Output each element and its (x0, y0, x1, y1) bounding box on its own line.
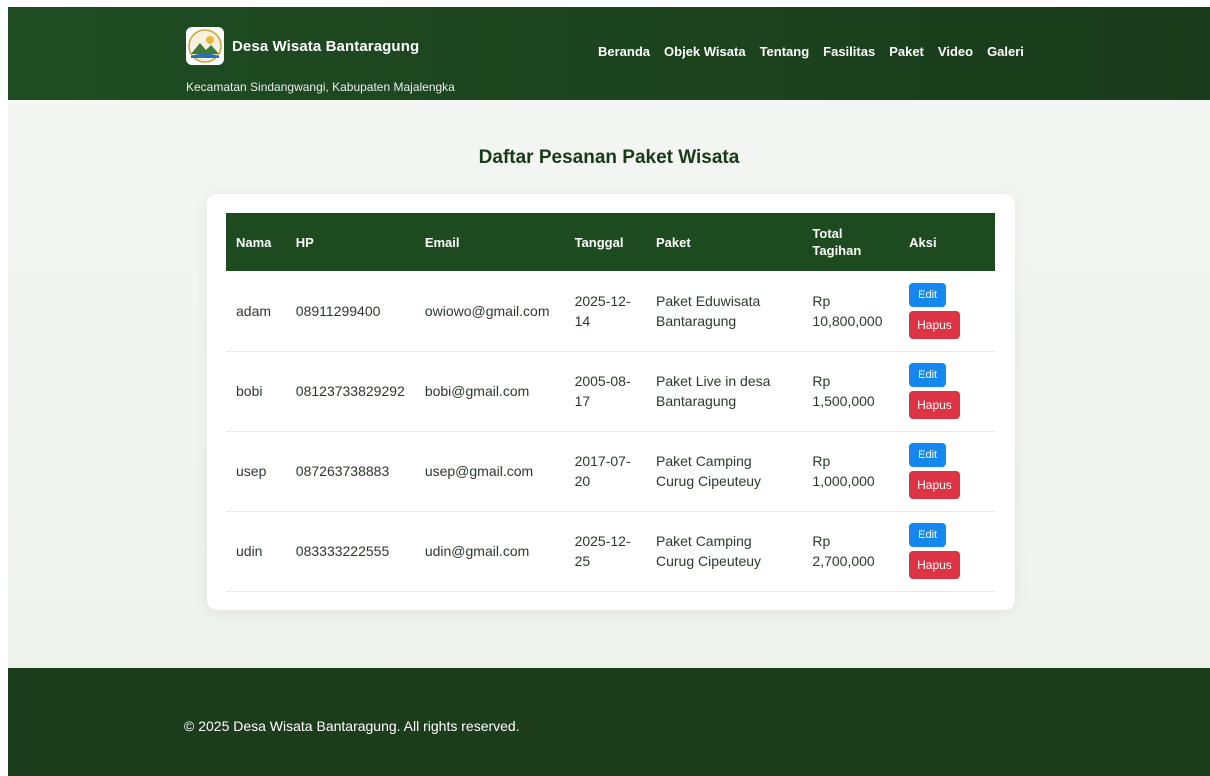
cell-aksi: Edit Hapus (899, 351, 995, 432)
edit-button[interactable]: Edit (909, 443, 947, 467)
edit-button[interactable]: Edit (909, 523, 947, 547)
column-header-tanggal: Tanggal (564, 213, 646, 271)
nav-galeri[interactable]: Galeri (987, 44, 1024, 59)
cell-paket: Paket Camping Curug Cipeuteuy (646, 511, 803, 592)
cell-tanggal: 2025-12-14 (564, 271, 646, 352)
cell-aksi: Edit Hapus (899, 431, 995, 512)
cell-hp: 083333222555 (285, 511, 415, 592)
table-row: usep 087263738883 usep@gmail.com 2017-07… (226, 431, 995, 512)
cell-nama: usep (226, 431, 286, 512)
column-header-total-tagihan: Total Tagihan (802, 213, 900, 271)
nav-objek-wisata[interactable]: Objek Wisata (664, 44, 746, 59)
delete-button[interactable]: Hapus (909, 391, 960, 419)
nav-fasilitas[interactable]: Fasilitas (823, 44, 875, 59)
table-row: udin 083333222555 udin@gmail.com 2025-12… (226, 511, 995, 592)
cell-tanggal: 2005-08-17 (564, 351, 646, 432)
cell-total: Rp 1,000,000 (802, 431, 900, 512)
cell-nama: adam (226, 271, 286, 352)
copyright-text: © 2025 Desa Wisata Bantaragung. All righ… (184, 718, 520, 734)
table-header-row: Nama HP Email Tanggal Paket Total Tagiha… (226, 213, 995, 271)
column-header-aksi: Aksi (899, 213, 995, 271)
cell-nama: udin (226, 511, 286, 592)
page-frame: Desa Wisata Bantaragung Kecamatan Sindan… (8, 7, 1210, 776)
cell-email: usep@gmail.com (414, 431, 565, 512)
cell-nama: bobi (226, 351, 286, 432)
orders-table: Nama HP Email Tanggal Paket Total Tagiha… (226, 213, 995, 592)
table-row: bobi 08123733829292 bobi@gmail.com 2005-… (226, 351, 995, 432)
site-title: Desa Wisata Bantaragung (232, 37, 420, 55)
column-header-paket: Paket (646, 213, 803, 271)
nav-paket[interactable]: Paket (889, 44, 924, 59)
cell-aksi: Edit Hapus (899, 511, 995, 592)
site-footer: © 2025 Desa Wisata Bantaragung. All righ… (8, 668, 1210, 776)
nav-video[interactable]: Video (938, 44, 973, 59)
village-logo-icon (186, 27, 224, 65)
cell-paket: Paket Camping Curug Cipeuteuy (646, 431, 803, 512)
cell-email: owiowo@gmail.com (414, 271, 565, 352)
cell-email: udin@gmail.com (414, 511, 565, 592)
table-row: adam 08911299400 owiowo@gmail.com 2025-1… (226, 271, 995, 352)
edit-button[interactable]: Edit (909, 282, 947, 307)
column-header-email: Email (414, 213, 565, 271)
nav-tentang[interactable]: Tentang (760, 44, 810, 59)
cell-hp: 087263738883 (285, 431, 415, 512)
delete-button[interactable]: Hapus (909, 310, 960, 339)
main-nav: Beranda Objek Wisata Tentang Fasilitas P… (598, 44, 1024, 59)
column-header-hp: HP (285, 213, 415, 271)
cell-aksi: Edit Hapus (899, 271, 995, 352)
cell-paket: Paket Eduwisata Bantaragung (646, 271, 803, 352)
brand[interactable]: Desa Wisata Bantaragung Kecamatan Sindan… (186, 27, 455, 94)
edit-button[interactable]: Edit (909, 363, 947, 387)
cell-hp: 08911299400 (285, 271, 415, 352)
site-header: Desa Wisata Bantaragung Kecamatan Sindan… (8, 7, 1210, 100)
delete-button[interactable]: Hapus (909, 471, 960, 499)
site-subtitle: Kecamatan Sindangwangi, Kabupaten Majale… (186, 80, 455, 94)
cell-total: Rp 2,700,000 (802, 511, 900, 592)
cell-tanggal: 2017-07-20 (564, 431, 646, 512)
column-header-nama: Nama (226, 213, 286, 271)
cell-hp: 08123733829292 (285, 351, 415, 432)
cell-total: Rp 10,800,000 (802, 271, 900, 352)
page-title: Daftar Pesanan Paket Wisata (478, 147, 740, 168)
cell-paket: Paket Live in desa Bantaragung (646, 351, 803, 432)
cell-total: Rp 1,500,000 (802, 351, 900, 432)
nav-beranda[interactable]: Beranda (598, 44, 650, 59)
orders-card: Nama HP Email Tanggal Paket Total Tagiha… (207, 194, 1015, 610)
delete-button[interactable]: Hapus (909, 551, 960, 579)
cell-tanggal: 2025-12-25 (564, 511, 646, 592)
cell-email: bobi@gmail.com (414, 351, 565, 432)
